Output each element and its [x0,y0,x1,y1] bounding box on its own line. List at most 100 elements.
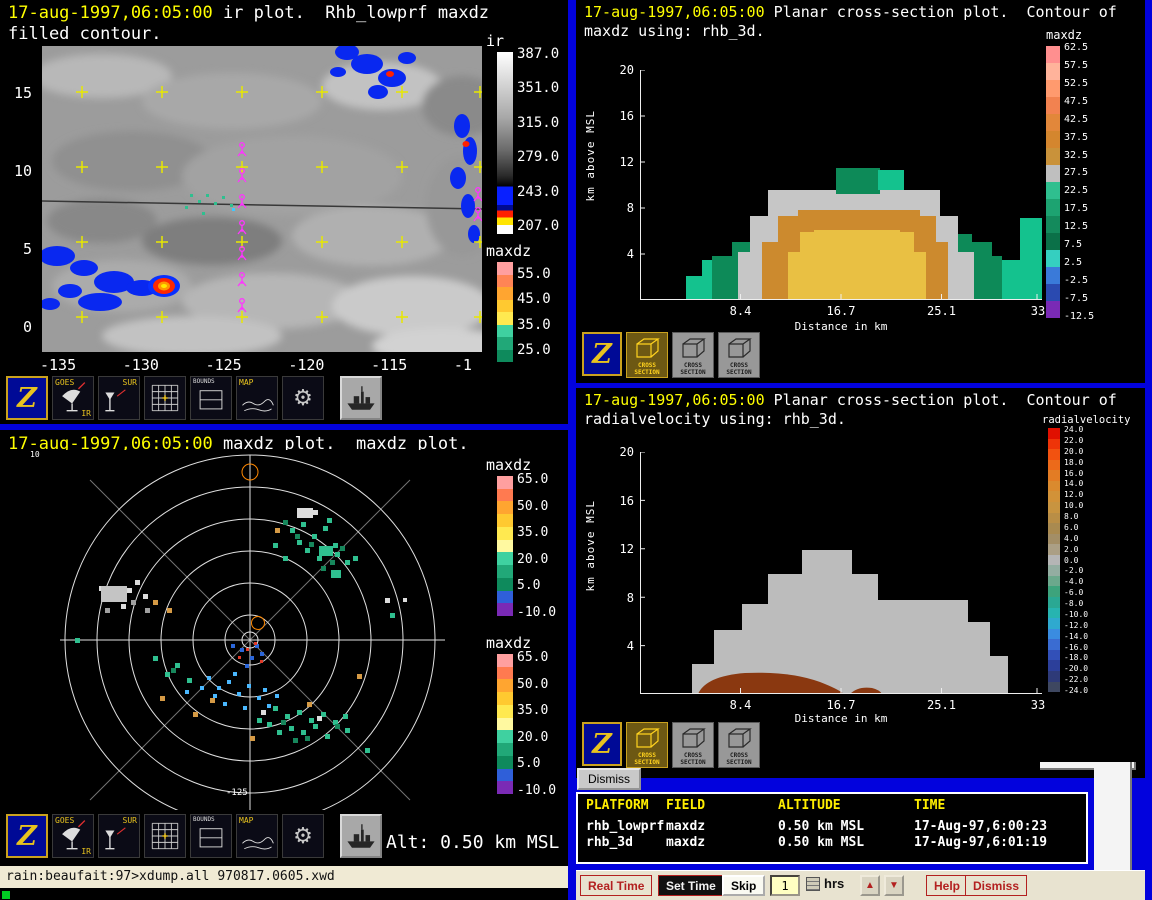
radar-colorbar2 [497,654,513,794]
cs1-title: 17-aug-1997,06:05:00 Planar cross-sectio… [584,3,1117,22]
step-back-button[interactable]: ▼ [884,875,904,896]
zeb-menu-button[interactable]: Z [6,814,48,858]
cross-section-plot-velocity[interactable] [640,452,1042,694]
ir-y-axis-ticks: 151050 [0,84,32,336]
zeb-workspace: 17-aug-1997,06:05:00 ir plot. Rhb_lowprf… [0,0,1152,900]
xterm-command-line[interactable]: rain:beaufait:97>xdump.all 970817.0605.x… [0,866,568,888]
ir-x-axis-ticks: -135-130-125-120-115-1 [40,356,472,374]
gear-icon: ⚙ [293,824,313,849]
ir-panel-title-line2: filled contour. [8,24,162,44]
zeb-menu-button[interactable]: Z [582,722,622,766]
goes-ir-button[interactable]: GOES IR [52,814,94,858]
radar-ppi-display[interactable] [35,450,465,810]
cube-icon [727,337,753,359]
cross-section-button-3[interactable]: CROSS SECTION [718,332,760,378]
ir-plot-panel: 17-aug-1997,06:05:00 ir plot. Rhb_lowprf… [0,0,568,424]
ship-icon [342,816,380,856]
table-row: rhb_3dmaxdz0.50 km MSL17-Aug-97,6:01:19 [586,835,1086,851]
timestamp: 17-aug-1997,06:05:00 [584,3,765,21]
cross-section-button-1[interactable]: CROSS SECTION [626,332,668,378]
timestamp: 17-aug-1997,06:05:00 [584,391,765,409]
cs1-colorbar-label: maxdz [1046,28,1082,42]
step-forward-icon: ▲ [865,880,875,891]
radar-colorbar2-ticks: 65.050.035.020.05.0-10.0 [517,650,556,798]
cs2-title: 17-aug-1997,06:05:00 Planar cross-sectio… [584,391,1117,410]
grid-overlay-button[interactable] [144,814,186,858]
zeb-menu-button[interactable]: Z [582,332,622,376]
cross-section-button-3[interactable]: CROSS SECTION [718,722,760,768]
cs1-colorbar-ticks: 62.557.552.547.542.537.532.527.522.517.5… [1064,42,1094,322]
cube-icon [635,727,661,749]
zeb-logo-icon: Z [592,339,612,370]
surface-platform-button[interactable]: SUR [98,814,140,858]
col-time: TIME [914,798,1086,814]
set-time-button[interactable]: Set Time [658,875,724,896]
ship-platform-button[interactable] [340,814,382,858]
step-back-icon: ▼ [889,880,899,891]
cs2-toolbar: Z CROSS SECTION CROSS SECTION CROSS SECT… [582,722,760,768]
skip-button[interactable]: Skip [722,875,765,896]
cs2-x-ticks: 8.416.725.133 [640,698,1042,712]
cube-icon [727,727,753,749]
help-button[interactable]: Help [926,875,968,896]
cross-section-button-2[interactable]: CROSS SECTION [672,722,714,768]
map-overlay-button[interactable]: MAP [236,814,278,858]
skip-hours-input[interactable] [770,875,800,896]
ir-colorbar-label: ir [486,32,504,50]
bounds-overlay-button[interactable]: BOUNDS [190,376,232,420]
units-icon [806,877,820,891]
radar-colorbar1-ticks: 65.050.035.020.05.0-10.0 [517,472,556,620]
cross-section-velocity-panel: 17-aug-1997,06:05:00 Planar cross-sectio… [576,388,1145,778]
hrs-label: hrs [824,876,844,891]
gear-icon: ⚙ [293,386,313,411]
hrs-label-group: hrs [806,876,844,891]
real-time-button[interactable]: Real Time [580,875,652,896]
table-row: rhb_lowprfmaxdz0.50 km MSL17-Aug-97,6:00… [586,819,1086,835]
grid-icon [145,377,185,419]
surface-platform-button[interactable]: SUR [98,376,140,420]
scrollbar-fragment[interactable] [1094,762,1132,886]
time-control-bar: Real Time Set Time Skip hrs ▲ ▼ Help Dis… [576,870,1145,900]
radar-colorbar1 [497,476,513,616]
map-overlay-button[interactable]: MAP [236,376,278,420]
cube-icon [681,337,707,359]
grid-overlay-button[interactable] [144,376,186,420]
terminal-background [0,888,568,900]
cross-section-button-1[interactable]: CROSS SECTION [626,722,668,768]
cube-icon [635,337,661,359]
maxdz-colorbar [497,262,513,362]
zeb-logo-icon: Z [17,383,37,414]
cs1-title-line2: maxdz using: rhb_3d. [584,22,765,41]
bounds-overlay-button[interactable]: BOUNDS [190,814,232,858]
zeb-logo-icon: Z [17,821,37,852]
ir-satellite-image[interactable] [42,46,482,352]
radar-toolbar: Z GOES IR SUR BOUNDS MAP ⚙ [6,814,382,858]
altitude-readout: Alt: 0.50 km MSL [386,832,559,853]
cross-section-dismiss-button[interactable]: Dismiss [577,768,641,790]
timestamp: 17-aug-1997,06:05:00 [8,3,213,23]
cs2-colorbar [1048,428,1060,692]
zeb-menu-button[interactable]: Z [6,376,48,420]
grid-icon [145,815,185,857]
cross-section-plot-maxdz[interactable] [640,70,1042,300]
table-header-row: PLATFORM FIELD ALTITUDE TIME [586,798,1086,814]
ir-panel-title: 17-aug-1997,06:05:00 ir plot. Rhb_lowprf… [8,3,489,23]
cs2-title-line2: radialvelocity using: rhb_3d. [584,410,846,429]
dismiss-button[interactable]: Dismiss [965,875,1027,896]
config-gear-button[interactable]: ⚙ [282,376,324,420]
col-altitude: ALTITUDE [778,798,914,814]
maxdz-colorbar-label: maxdz [486,242,531,260]
cube-icon [681,727,707,749]
goes-ir-button[interactable]: GOES IR [52,376,94,420]
cross-section-button-2[interactable]: CROSS SECTION [672,332,714,378]
terminal-cursor [2,891,10,899]
cs1-y-axis-label: km above MSL [584,110,597,201]
radar-corner-label: 10 [30,450,40,459]
table-body: rhb_lowprfmaxdz0.50 km MSL17-Aug-97,6:00… [586,819,1086,851]
step-forward-button[interactable]: ▲ [860,875,880,896]
ship-platform-button[interactable] [340,376,382,420]
config-gear-button[interactable]: ⚙ [282,814,324,858]
cs2-y-ticks: 20161284 [608,445,634,653]
cs1-x-ticks: 8.416.725.133 [640,304,1042,318]
col-field: FIELD [666,798,778,814]
